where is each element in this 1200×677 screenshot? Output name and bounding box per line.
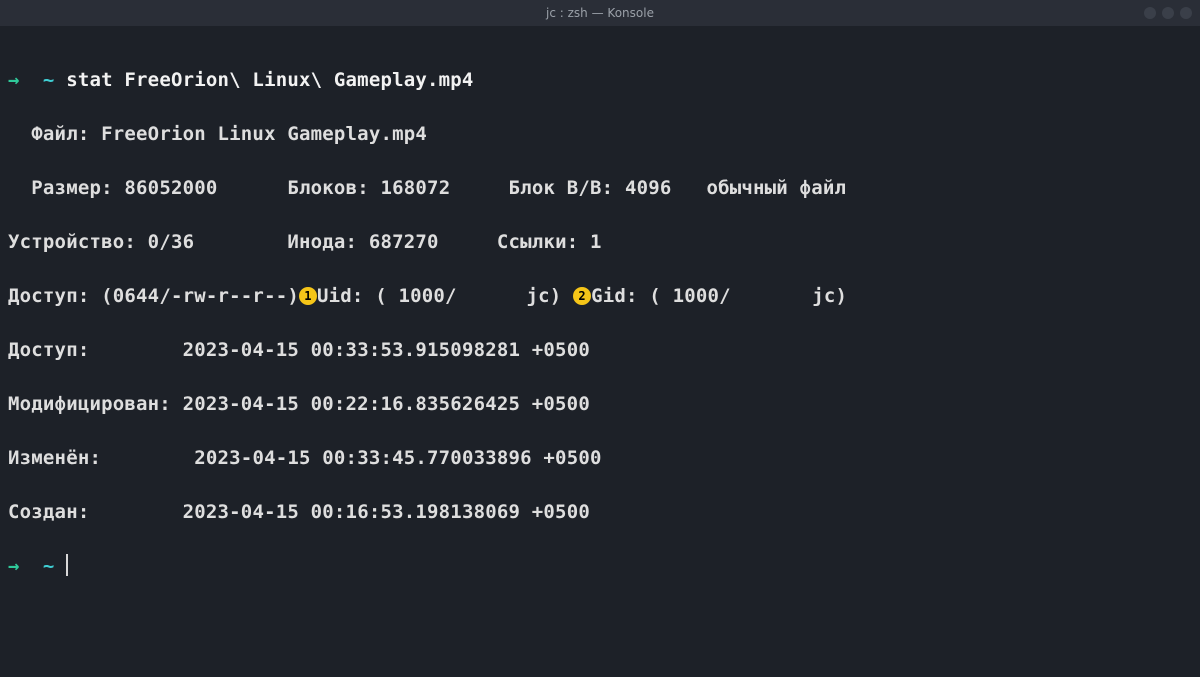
gid-label: Gid: xyxy=(591,285,638,307)
links-value: 1 xyxy=(590,231,602,253)
uid-name: jc) xyxy=(527,285,562,307)
gid-value: ( 1000/ xyxy=(649,285,730,307)
links-label: Ссылки: xyxy=(497,231,578,253)
file-label: Файл: xyxy=(31,123,89,145)
stat-ctime-line: Изменён: 2023-04-15 00:33:45.770033896 +… xyxy=(8,445,1192,472)
atime-value: 2023-04-15 00:33:53.915098281 +0500 xyxy=(183,339,590,361)
stat-mtime-line: Модифицирован: 2023-04-15 00:22:16.83562… xyxy=(8,391,1192,418)
stat-access-line: Доступ: (0644/-rw-r--r--)1Uid: ( 1000/ j… xyxy=(8,283,1192,310)
terminal-pane[interactable]: → ~ stat FreeOrion\ Linux\ Gameplay.mp4 … xyxy=(0,26,1200,615)
btime-value: 2023-04-15 00:16:53.198138069 +0500 xyxy=(183,501,590,523)
annotation-badge-2: 2 xyxy=(573,287,591,305)
filetype: обычный файл xyxy=(706,177,846,199)
prompt-arrow: → xyxy=(8,69,20,91)
size-label: Размер: xyxy=(31,177,112,199)
window-title: jc : zsh — Konsole xyxy=(546,6,654,20)
annotation-badge-1: 1 xyxy=(299,287,317,305)
access-perm-value: (0644/-rw-r--r--) xyxy=(101,285,299,307)
ctime-value: 2023-04-15 00:33:45.770033896 +0500 xyxy=(194,447,601,469)
prompt-tilde: ~ xyxy=(43,69,55,91)
access-perm-label: Доступ: xyxy=(8,285,89,307)
stat-atime-line: Доступ: 2023-04-15 00:33:53.915098281 +0… xyxy=(8,337,1192,364)
ioblock-label: Блок В/В: xyxy=(509,177,614,199)
blocks-label: Блоков: xyxy=(287,177,368,199)
device-value: 0/36 xyxy=(148,231,195,253)
stat-btime-line: Создан: 2023-04-15 00:16:53.198138069 +0… xyxy=(8,499,1192,526)
btime-label: Создан: xyxy=(8,501,89,523)
blocks-value: 168072 xyxy=(381,177,451,199)
prompt-line-2[interactable]: → ~ xyxy=(8,553,1192,580)
inode-label: Инода: xyxy=(287,231,357,253)
window-controls xyxy=(1144,0,1192,26)
minimize-button[interactable] xyxy=(1144,7,1156,19)
stat-file-line: Файл: FreeOrion Linux Gameplay.mp4 xyxy=(8,121,1192,148)
prompt-line-1: → ~ stat FreeOrion\ Linux\ Gameplay.mp4 xyxy=(8,67,1192,94)
mtime-value: 2023-04-15 00:22:16.835626425 +0500 xyxy=(183,393,590,415)
maximize-button[interactable] xyxy=(1162,7,1174,19)
file-value: FreeOrion Linux Gameplay.mp4 xyxy=(101,123,427,145)
uid-label: Uid: xyxy=(317,285,364,307)
stat-device-line: Устройство: 0/36 Инода: 687270 Ссылки: 1 xyxy=(8,229,1192,256)
device-label: Устройство: xyxy=(8,231,136,253)
size-value: 86052000 xyxy=(124,177,217,199)
command-text: stat FreeOrion\ Linux\ Gameplay.mp4 xyxy=(66,69,473,91)
mtime-label: Модифицирован: xyxy=(8,393,171,415)
stat-size-line: Размер: 86052000 Блоков: 168072 Блок В/В… xyxy=(8,175,1192,202)
prompt-tilde: ~ xyxy=(43,555,55,577)
cursor xyxy=(66,554,68,576)
uid-value: ( 1000/ xyxy=(375,285,456,307)
prompt-arrow: → xyxy=(8,555,20,577)
ioblock-value: 4096 xyxy=(625,177,672,199)
ctime-label: Изменён: xyxy=(8,447,101,469)
inode-value: 687270 xyxy=(369,231,439,253)
titlebar: jc : zsh — Konsole xyxy=(0,0,1200,26)
close-button[interactable] xyxy=(1180,7,1192,19)
gid-name: jc) xyxy=(812,285,847,307)
atime-label: Доступ: xyxy=(8,339,89,361)
